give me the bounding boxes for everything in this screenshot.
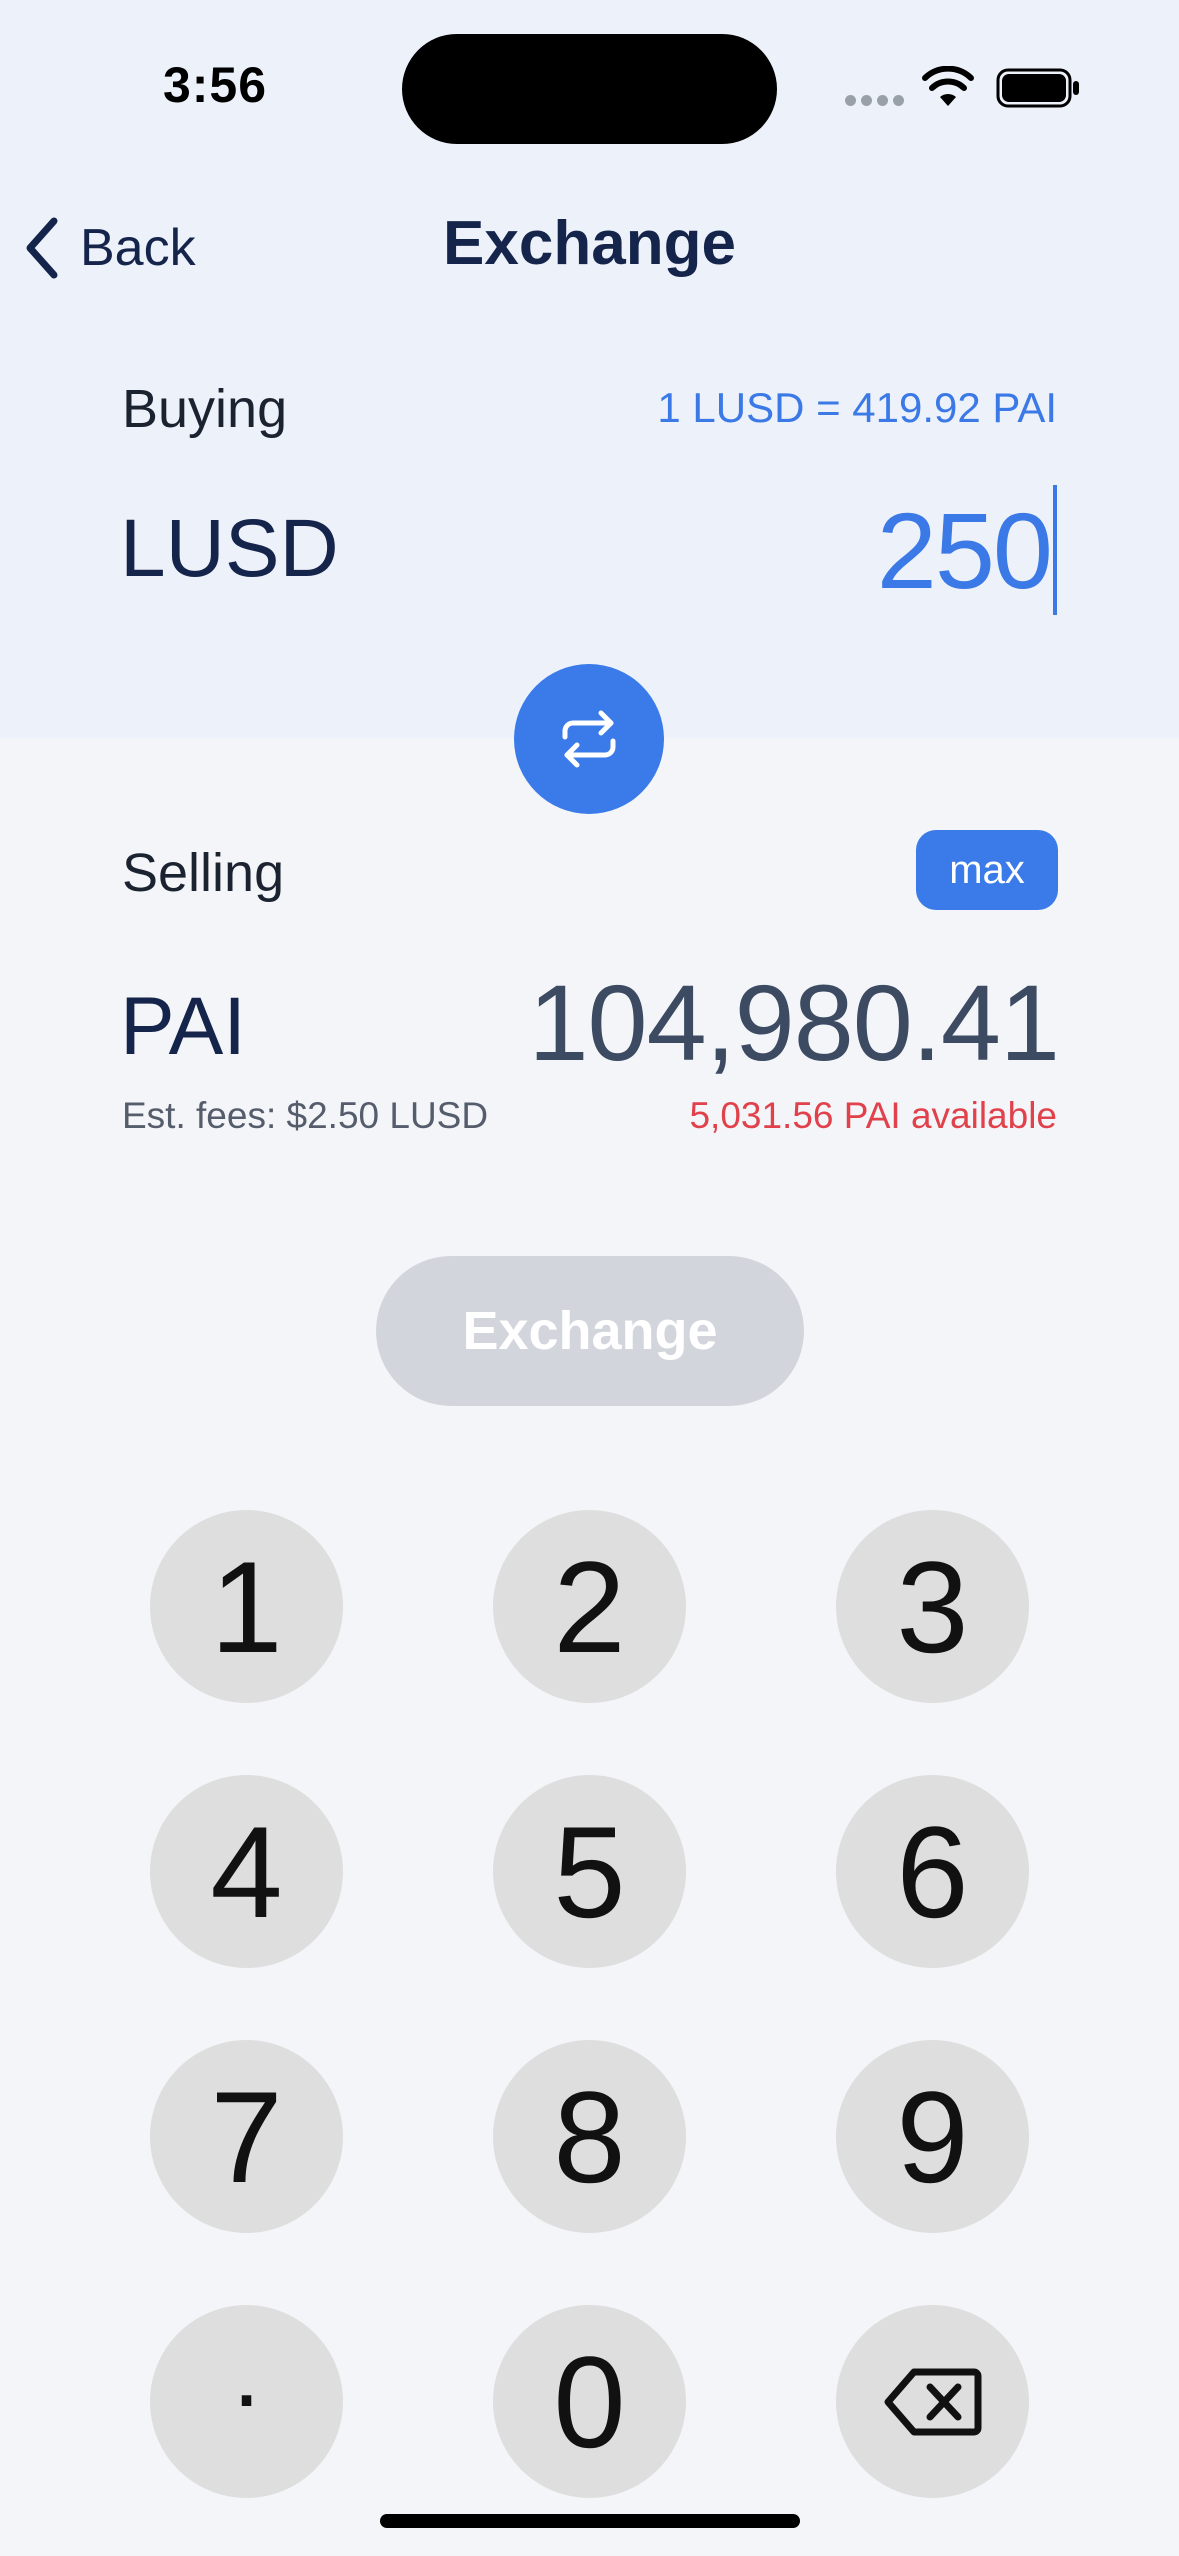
key-2[interactable]: 2 xyxy=(493,1510,686,1703)
key-3[interactable]: 3 xyxy=(836,1510,1029,1703)
key-8-label: 8 xyxy=(553,2063,626,2210)
key-3-label: 3 xyxy=(896,1533,969,1680)
selling-label: Selling xyxy=(122,843,285,903)
key-9-label: 9 xyxy=(896,2063,969,2210)
delete-key[interactable] xyxy=(836,2305,1029,2498)
key-4[interactable]: 4 xyxy=(150,1775,343,1968)
dynamic-island xyxy=(402,34,777,144)
key-4-label: 4 xyxy=(210,1798,283,1945)
battery-icon xyxy=(996,68,1079,108)
exchange-button[interactable]: Exchange xyxy=(376,1256,804,1406)
backspace-icon xyxy=(884,2368,981,2435)
key-7-label: 7 xyxy=(210,2063,283,2210)
key-8[interactable]: 8 xyxy=(493,2040,686,2233)
page-title: Exchange xyxy=(443,209,736,278)
key-6-label: 6 xyxy=(896,1798,969,1945)
sell-currency: PAI xyxy=(120,981,247,1072)
buying-label: Buying xyxy=(122,379,288,439)
key-1-label: 1 xyxy=(210,1533,283,1680)
buy-amount: 250 xyxy=(876,489,1053,611)
status-time: 3:56 xyxy=(162,57,268,113)
key-6[interactable]: 6 xyxy=(836,1775,1029,1968)
key-1[interactable]: 1 xyxy=(150,1510,343,1703)
home-indicator xyxy=(380,2514,800,2528)
key-0[interactable]: 0 xyxy=(493,2305,686,2498)
sell-amount: 104,980.41 xyxy=(528,962,1060,1083)
exchange-rate: 1 LUSD = 419.92 PAI xyxy=(657,384,1057,431)
wifi-icon xyxy=(922,66,974,106)
available-balance: 5,031.56 PAI available xyxy=(689,1095,1057,1136)
key-5-label: 5 xyxy=(553,1798,626,1945)
key-2-label: 2 xyxy=(553,1533,626,1680)
key-7[interactable]: 7 xyxy=(150,2040,343,2233)
key-decimal-label: . xyxy=(232,2315,261,2428)
max-button[interactable]: max xyxy=(916,830,1058,910)
swap-arrows-icon xyxy=(562,710,616,768)
swap-button[interactable] xyxy=(514,664,664,814)
buy-currency: LUSD xyxy=(120,503,339,594)
key-5[interactable]: 5 xyxy=(493,1775,686,1968)
key-9[interactable]: 9 xyxy=(836,2040,1029,2233)
key-decimal[interactable]: . xyxy=(150,2305,343,2498)
cellular-signal-icon xyxy=(845,95,905,107)
text-caret xyxy=(1053,485,1057,615)
key-0-label: 0 xyxy=(553,2328,626,2475)
estimated-fees: Est. fees: $2.50 LUSD xyxy=(122,1095,489,1136)
buy-amount-input[interactable]: 250 xyxy=(877,480,1057,620)
